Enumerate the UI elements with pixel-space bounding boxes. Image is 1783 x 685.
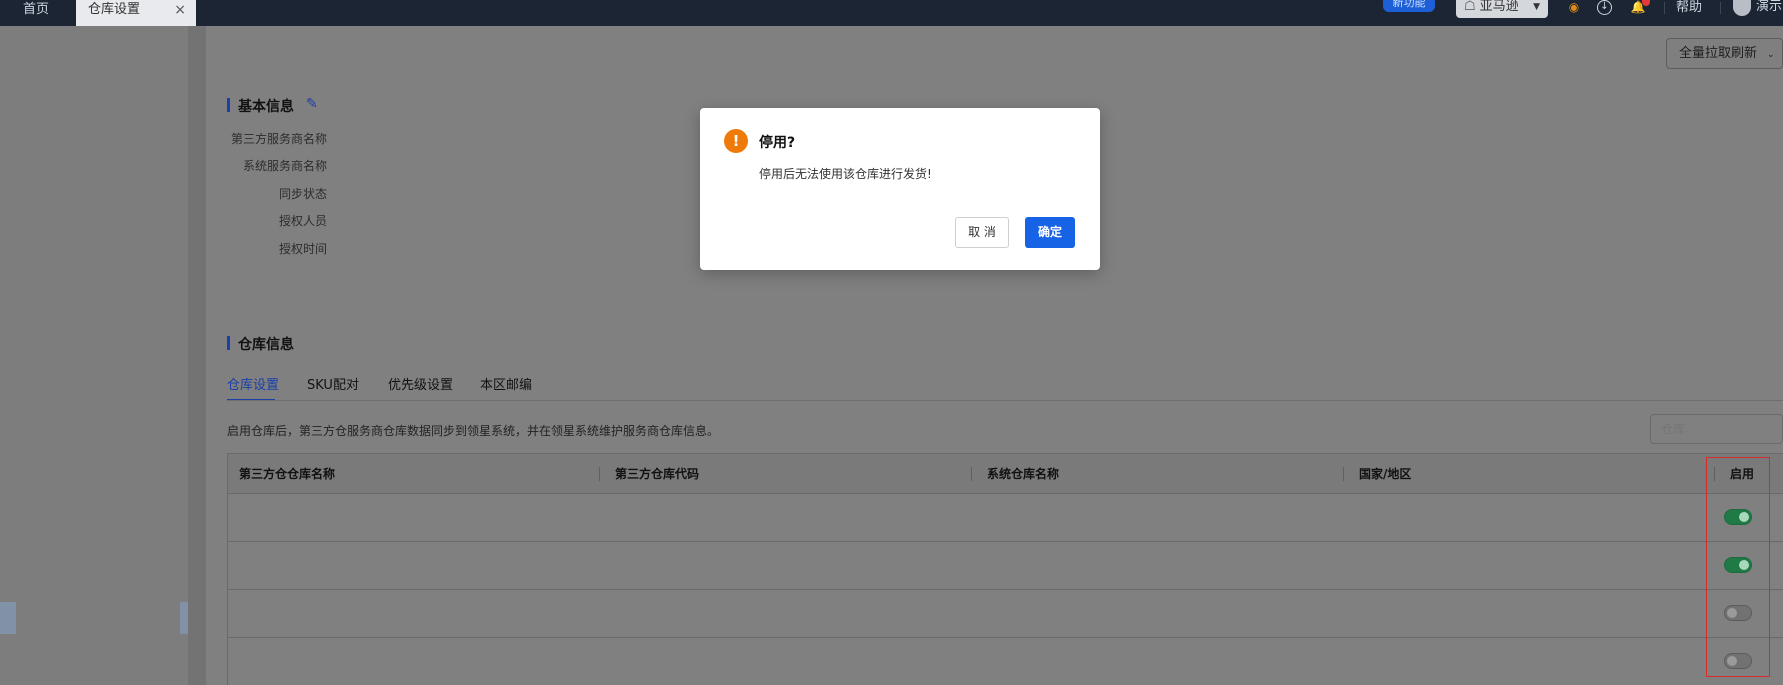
column-divider[interactable] (599, 467, 600, 481)
basic-info-title: 基本信息 (227, 96, 294, 116)
column-header: 系统仓库名称 (987, 467, 1060, 481)
enable-column-highlight (1706, 457, 1770, 677)
platform-label: 亚马逊 (1479, 0, 1519, 14)
platform-select[interactable]: ☖ 亚马逊 ▼ (1456, 0, 1548, 18)
store-icon: ☖ (1464, 0, 1476, 14)
tab-label: 仓库设置 (88, 2, 141, 17)
field-label-system-provider: 系统服务商名称 (242, 159, 327, 173)
divider (1664, 2, 1665, 14)
download-icon[interactable]: ↓ (1597, 0, 1612, 15)
divider (1720, 2, 1721, 14)
headset-icon[interactable]: ◉ (1565, 0, 1583, 16)
table-row (228, 638, 1783, 685)
column-header: 国家/地区 (1359, 467, 1412, 481)
full-refresh-dropdown[interactable]: 全量拉取刷新 ⌄ (1666, 38, 1783, 69)
tabs-divider (227, 400, 1783, 401)
tab-warehouse-settings[interactable]: 仓库设置 (227, 374, 279, 393)
sidebar-active-indicator (180, 602, 188, 634)
table-row (228, 494, 1783, 542)
dialog-title: 停用? (759, 135, 796, 151)
chevron-down-icon: ▼ (1533, 2, 1540, 12)
warehouse-description: 启用仓库后，第三方仓服务商仓库数据同步到领星系统，并在领星系统维护服务商仓库信息… (227, 424, 720, 438)
close-icon[interactable]: × (174, 0, 186, 20)
field-label-authorized-time: 授权时间 (278, 242, 327, 256)
confirm-button[interactable]: 确定 (1025, 217, 1075, 248)
warning-icon: ! (724, 129, 748, 153)
tab-sku-pairing[interactable]: SKU配对 (307, 374, 359, 393)
table-header: 第三方仓仓库名称 第三方仓库代码 系统仓库名称 国家/地区 启用 (228, 454, 1783, 494)
sidebar-active-item[interactable] (0, 602, 16, 634)
warehouse-search-input[interactable] (1650, 414, 1783, 444)
field-label-authorized-by: 授权人员 (278, 214, 327, 228)
help-link[interactable]: 帮助 (1676, 0, 1702, 15)
column-divider[interactable] (1343, 467, 1344, 481)
chevron-down-icon: ⌄ (1767, 50, 1775, 60)
top-bar: 首页 仓库设置 × 新功能 ☖ 亚马逊 ▼ ◉ ↓ 🔔 帮助 演示 (0, 0, 1783, 26)
warehouse-table: 第三方仓仓库名称 第三方仓库代码 系统仓库名称 国家/地区 启用 (227, 453, 1783, 685)
refresh-label: 全量拉取刷新 (1679, 46, 1758, 61)
tab-home[interactable]: 首页 (0, 0, 72, 26)
tab-local-postcode[interactable]: 本区邮编 (480, 374, 532, 393)
table-row (228, 590, 1783, 638)
field-label-sync-status: 同步状态 (278, 187, 327, 201)
tab-priority-settings[interactable]: 优先级设置 (388, 374, 453, 393)
sidebar-scrollbar[interactable] (188, 26, 206, 685)
table-row (228, 542, 1783, 590)
avatar[interactable] (1733, 0, 1751, 16)
edit-icon[interactable]: ✎ (306, 96, 318, 112)
dialog-message: 停用后无法使用该仓库进行发货! (759, 167, 932, 181)
column-header: 第三方仓仓库名称 (239, 467, 336, 481)
warehouse-info-title: 仓库信息 (227, 334, 294, 354)
sidebar (0, 26, 188, 685)
column-divider[interactable] (971, 467, 972, 481)
cancel-button[interactable]: 取 消 (955, 217, 1009, 248)
tab-warehouse-settings[interactable]: 仓库设置 × (76, 0, 196, 26)
column-header: 第三方仓库代码 (615, 467, 700, 481)
user-name[interactable]: 演示 (1756, 0, 1783, 14)
notification-badge (1642, 0, 1650, 6)
disable-confirm-dialog: ! 停用? 停用后无法使用该仓库进行发货! 取 消 确定 (700, 108, 1100, 270)
new-feature-badge[interactable]: 新功能 (1383, 0, 1435, 12)
field-label-third-party-provider: 第三方服务商名称 (230, 132, 327, 146)
